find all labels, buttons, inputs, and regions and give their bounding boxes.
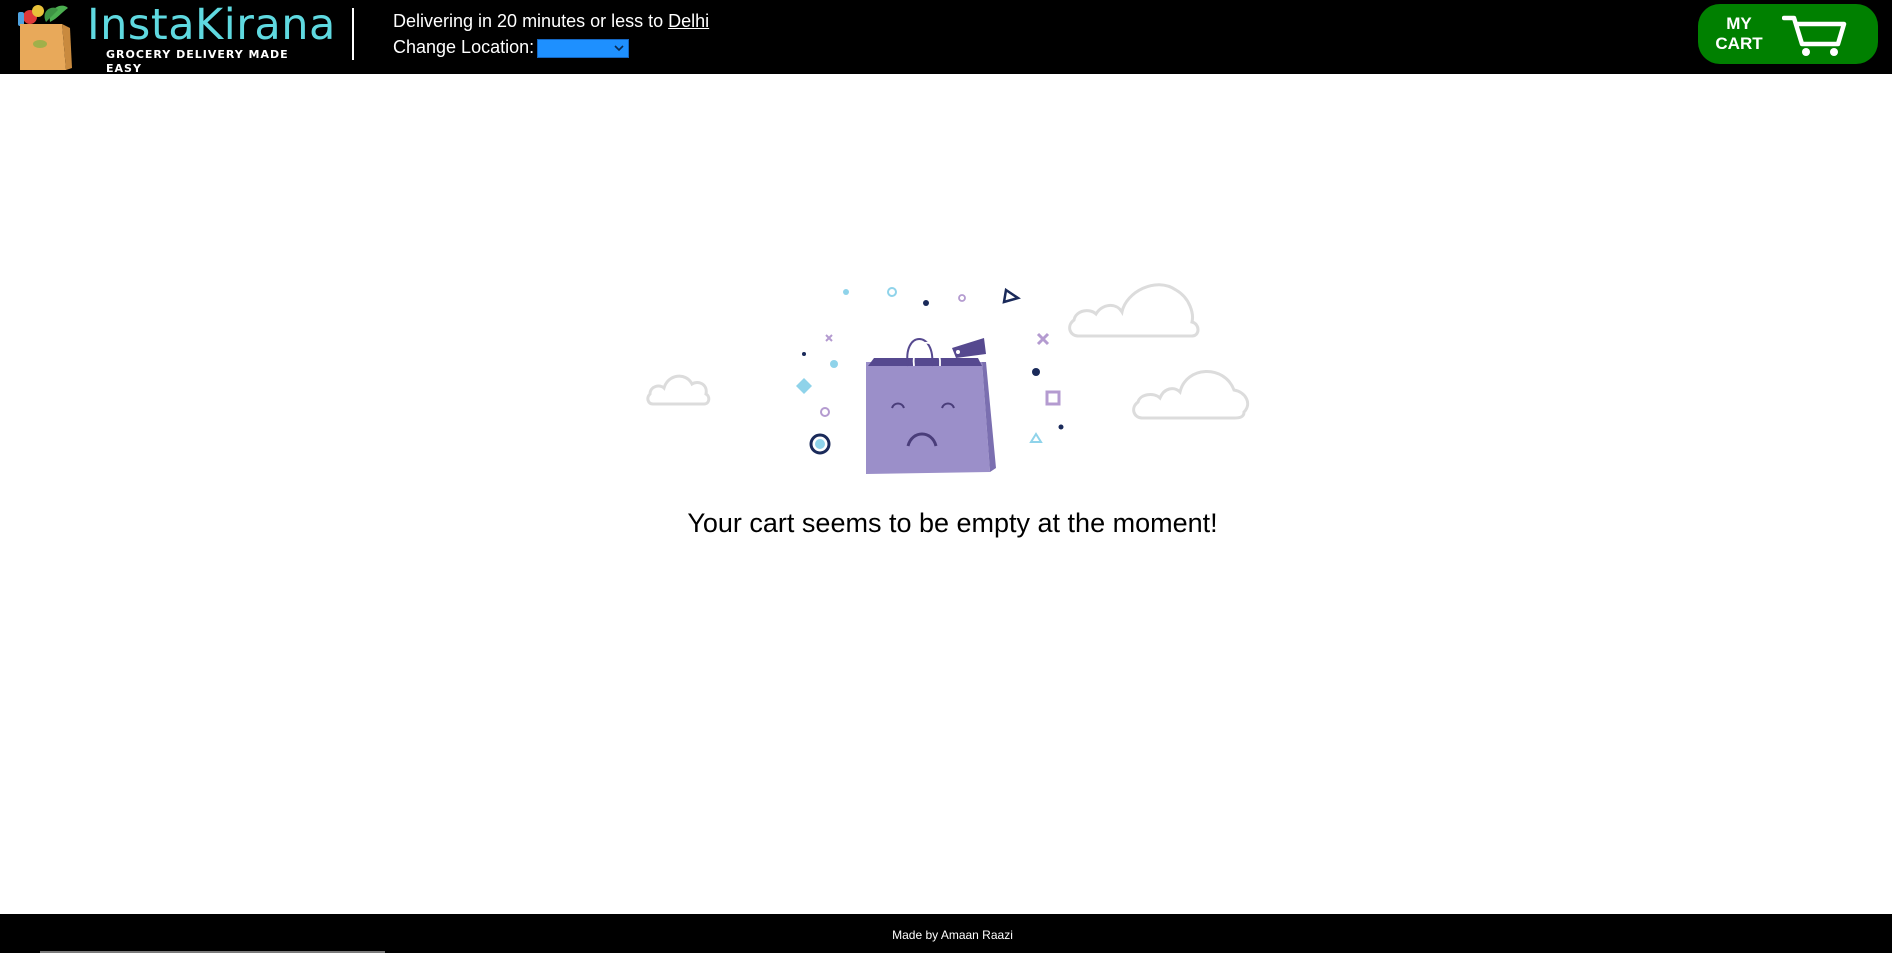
grocery-bag-logo-icon — [18, 5, 72, 70]
cart-label-line1: MY — [1726, 14, 1752, 33]
logo-link[interactable]: InstaKirana GROCERY DELIVERY MADE EASY — [10, 0, 335, 75]
delivery-info: Delivering in 20 minutes or less to Delh… — [393, 9, 709, 34]
location-label: Change Location: — [393, 37, 535, 57]
footer: Made by Amaan Raazi — [0, 914, 1892, 953]
header-divider — [352, 8, 354, 60]
footer-credit: Made by Amaan Raazi — [892, 928, 1013, 942]
location-row: Change Location: — [393, 35, 629, 60]
shopping-cart-icon — [1782, 15, 1847, 56]
cloud-top-right-icon — [1068, 283, 1200, 338]
cart-label: MY CART — [1714, 14, 1764, 54]
delivery-prefix: Delivering in 20 minutes or less to — [393, 11, 669, 31]
brand-name: InstaKirana — [87, 0, 336, 50]
page: InstaKirana GROCERY DELIVERY MADE EASY D… — [0, 0, 1892, 953]
top-navbar: InstaKirana GROCERY DELIVERY MADE EASY D… — [0, 0, 1892, 75]
sad-shopping-bag-icon — [866, 338, 996, 474]
cart-label-line2: CART — [1715, 34, 1763, 53]
my-cart-button[interactable]: MY CART — [1698, 4, 1878, 64]
cloud-left-icon — [646, 374, 711, 406]
delivery-city-link[interactable]: Delhi — [668, 11, 709, 31]
chevron-down-icon — [614, 45, 624, 52]
empty-cart-message: Your cart seems to be empty at the momen… — [687, 508, 1218, 538]
brand-tagline: GROCERY DELIVERY MADE EASY — [106, 48, 289, 75]
empty-cart-illustration — [646, 283, 1250, 474]
cloud-right-icon — [1132, 370, 1250, 420]
location-select[interactable] — [537, 39, 629, 58]
